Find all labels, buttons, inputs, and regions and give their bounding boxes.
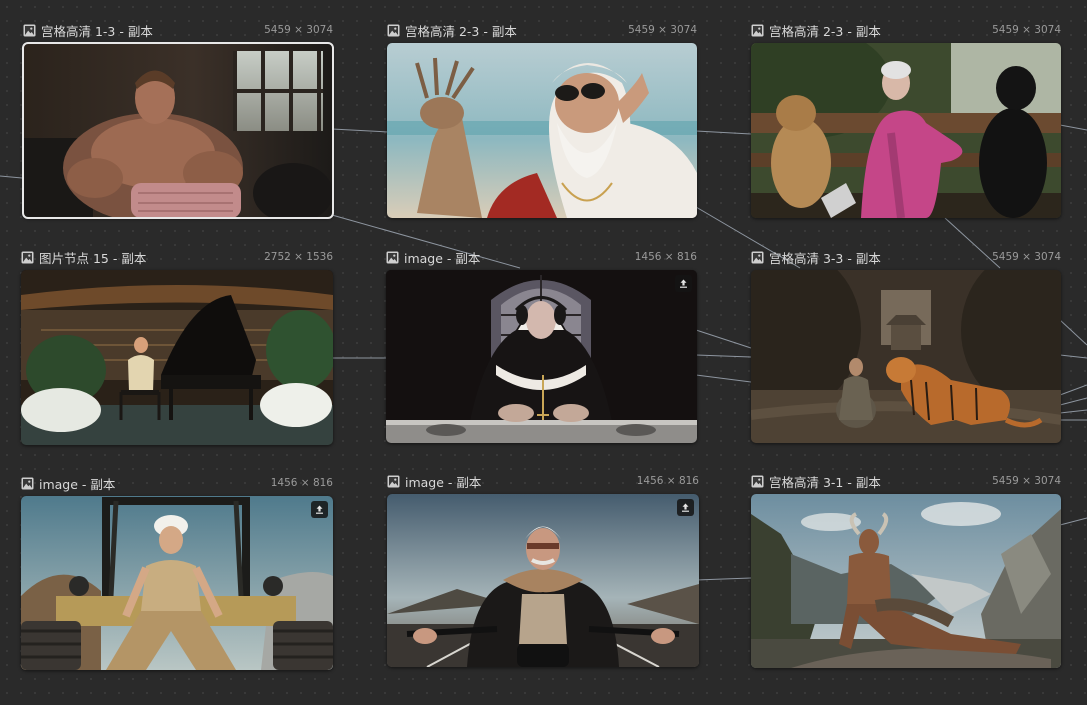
tractor-worker-image: [21, 496, 333, 670]
image-node[interactable]: image - 副本 1456 × 816: [21, 473, 333, 670]
wire: [1059, 319, 1087, 346]
image-icon: [23, 24, 36, 37]
horned-warrior-mountains-image: [751, 494, 1061, 668]
image-node[interactable]: 宫格高清 1-3 - 副本 5459 × 3074: [22, 20, 334, 219]
image-node[interactable]: 图片节点 15 - 副本 2752 × 1536: [21, 247, 333, 445]
wire: [1059, 124, 1087, 131]
image-dimensions: 5459 × 3074: [992, 251, 1061, 263]
image-dimensions: 1456 × 816: [270, 477, 333, 489]
monk-and-tiger-image: [751, 270, 1061, 443]
node-header[interactable]: 宫格高清 3-1 - 副本 5459 × 3074: [751, 471, 1061, 491]
image-icon: [751, 251, 764, 264]
image-dimensions: 5459 × 3074: [992, 24, 1061, 36]
image-preview[interactable]: [21, 496, 333, 670]
wire: [1059, 397, 1087, 406]
node-header[interactable]: image - 副本 1456 × 816: [386, 247, 697, 267]
image-node[interactable]: 宫格高清 2-3 - 副本 5459 × 3074: [387, 20, 697, 218]
image-preview[interactable]: [751, 43, 1061, 218]
node-title: 宫格高清 2-3 - 副本: [405, 23, 517, 39]
upload-icon: [680, 502, 691, 513]
wire: [695, 130, 752, 135]
wire: [695, 329, 752, 349]
image-dimensions: 1456 × 816: [636, 475, 699, 487]
grandpa-biker-image: [387, 494, 699, 667]
piano-lounge-image: [21, 270, 333, 445]
node-title: 宫格高清 3-3 - 副本: [769, 250, 881, 266]
image-preview[interactable]: [751, 494, 1061, 668]
node-header[interactable]: 宫格高清 2-3 - 副本 5459 × 3074: [387, 20, 697, 40]
image-icon: [386, 251, 399, 264]
wire: [1059, 517, 1087, 526]
image-preview[interactable]: [751, 270, 1061, 443]
image-icon: [751, 475, 764, 488]
node-header[interactable]: 宫格高清 1-3 - 副本 5459 × 3074: [23, 20, 333, 40]
knitting-bodybuilder-image: [23, 43, 333, 218]
wire: [695, 374, 752, 383]
node-title: 宫格高清 2-3 - 副本: [769, 23, 881, 39]
image-node[interactable]: image - 副本 1456 × 816: [387, 471, 699, 667]
wire: [0, 175, 23, 179]
image-preview[interactable]: [386, 270, 697, 443]
upload-icon: [314, 504, 325, 515]
image-dimensions: 5459 × 3074: [992, 475, 1061, 487]
image-icon: [21, 251, 34, 264]
image-node[interactable]: image - 副本 1456 × 816: [386, 247, 697, 443]
image-node[interactable]: 宫格高清 3-1 - 副本 5459 × 3074: [751, 471, 1061, 668]
image-preview[interactable]: [387, 494, 699, 667]
image-preview[interactable]: [21, 270, 333, 445]
wire: [1059, 354, 1087, 359]
wire: [695, 354, 752, 358]
node-title: 图片节点 15 - 副本: [39, 250, 147, 266]
node-title: 宫格高清 1-3 - 副本: [41, 23, 153, 39]
node-title: image - 副本: [39, 476, 116, 492]
node-title: image - 副本: [404, 250, 481, 266]
node-header[interactable]: 宫格高清 2-3 - 副本 5459 × 3074: [751, 20, 1061, 40]
upload-icon: [678, 278, 689, 289]
wire: [1059, 384, 1087, 396]
node-header[interactable]: image - 副本 1456 × 816: [21, 473, 333, 493]
image-icon: [387, 24, 400, 37]
image-icon: [21, 477, 34, 490]
image-node[interactable]: 宫格高清 3-3 - 副本 5459 × 3074: [751, 247, 1061, 443]
image-dimensions: 1456 × 816: [634, 251, 697, 263]
node-header[interactable]: 宫格高清 3-3 - 副本 5459 × 3074: [751, 247, 1061, 267]
wire: [331, 128, 389, 133]
image-preview[interactable]: [22, 42, 334, 219]
image-icon: [387, 475, 400, 488]
node-header[interactable]: image - 副本 1456 × 816: [387, 471, 699, 491]
node-title: 宫格高清 3-1 - 副本: [769, 474, 881, 490]
upload-button[interactable]: [677, 499, 694, 516]
node-header[interactable]: 图片节点 15 - 副本 2752 × 1536: [21, 247, 333, 267]
upload-button[interactable]: [675, 275, 692, 292]
node-title: image - 副本: [405, 474, 482, 490]
image-node[interactable]: 宫格高清 2-3 - 副本 5459 × 3074: [751, 20, 1061, 218]
upload-button[interactable]: [311, 501, 328, 518]
image-preview[interactable]: [387, 43, 697, 218]
image-dimensions: 5459 × 3074: [264, 24, 333, 36]
nun-dj-image: [386, 270, 697, 443]
wire: [1059, 409, 1087, 414]
wire: [695, 577, 752, 581]
grandma-with-dogs-image: [751, 43, 1061, 218]
image-dimensions: 5459 × 3074: [628, 24, 697, 36]
image-dimensions: 2752 × 1536: [264, 251, 333, 263]
santa-with-deer-image: [387, 43, 697, 218]
image-icon: [751, 24, 764, 37]
